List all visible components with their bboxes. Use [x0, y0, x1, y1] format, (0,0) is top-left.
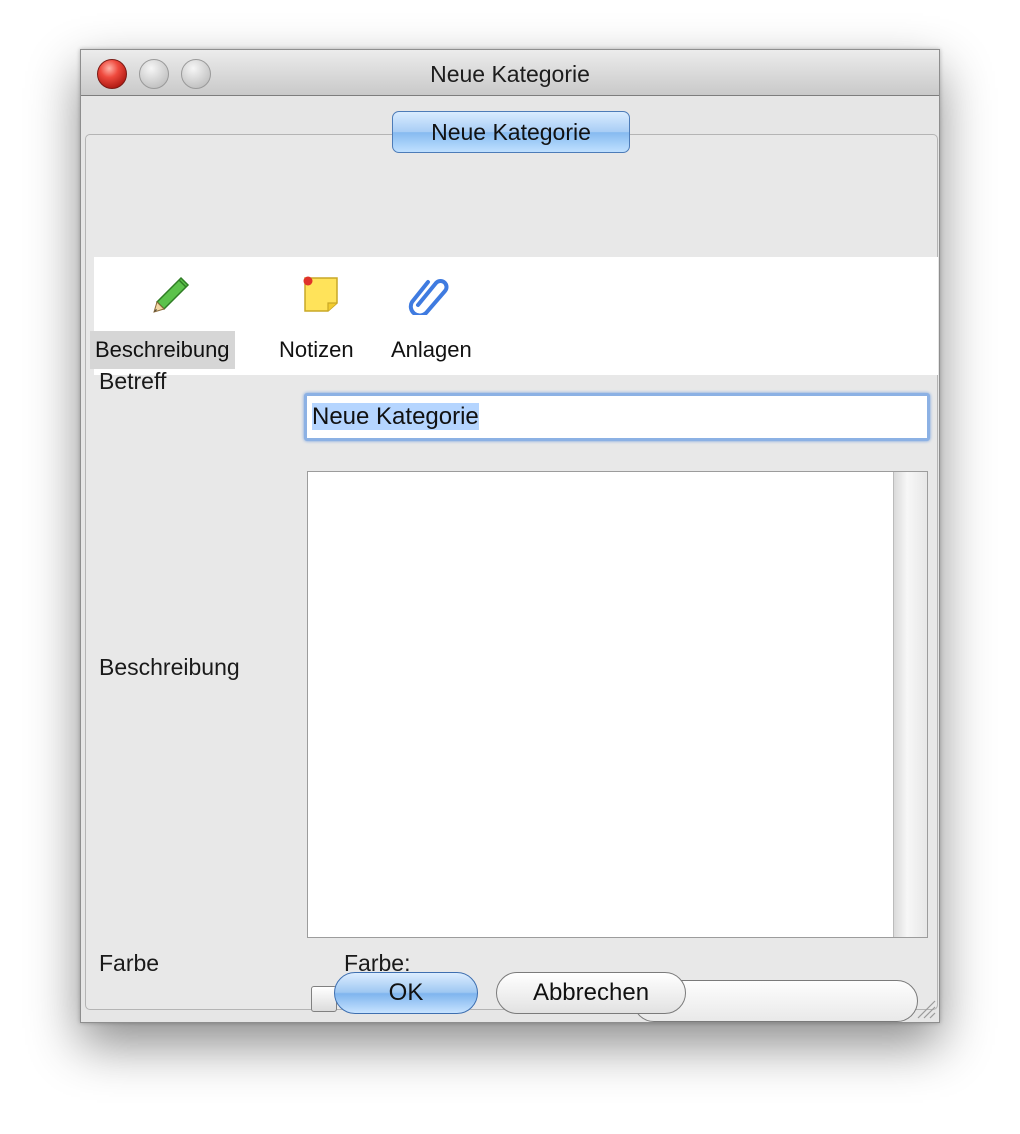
toolbar-label-beschreibung: Beschreibung — [90, 331, 235, 369]
dialog-window: Neue Kategorie Beschreibung Notizen Anla… — [80, 49, 940, 1023]
cancel-button[interactable]: Abbrechen — [496, 972, 686, 1014]
subject-label: Betreff — [99, 368, 167, 394]
toolbar-item-anlagen[interactable]: Anlagen — [386, 257, 494, 375]
pencil-icon — [153, 276, 190, 313]
color-checkbox[interactable] — [311, 986, 337, 1012]
toolbar-item-beschreibung[interactable]: Beschreibung — [90, 257, 260, 375]
tab-panel: Beschreibung Notizen Anlagen Betreff Neu… — [85, 134, 938, 1022]
ok-button[interactable]: OK — [334, 972, 478, 1014]
toolbar-item-notizen[interactable]: Notizen — [274, 257, 374, 375]
toolbar-label-notizen: Notizen — [279, 337, 354, 362]
description-scrollbar[interactable] — [893, 472, 927, 937]
section-toolbar: Beschreibung Notizen Anlagen — [90, 257, 938, 375]
title-bar[interactable]: Neue Kategorie — [81, 50, 939, 96]
toolbar-label-anlagen: Anlagen — [391, 337, 472, 362]
window-title: Neue Kategorie — [430, 61, 590, 87]
description-label: Beschreibung — [99, 654, 240, 680]
tab-neue-kategorie[interactable]: Neue Kategorie — [392, 111, 630, 153]
sticky-note-icon — [303, 276, 338, 312]
color-label: Farbe — [99, 950, 160, 976]
subject-input[interactable]: Neue Kategorie — [304, 393, 930, 441]
resize-grip-icon[interactable] — [914, 997, 936, 1019]
paperclip-icon — [408, 279, 449, 315]
subject-value: Neue Kategorie — [312, 403, 479, 430]
description-textarea[interactable] — [307, 471, 928, 938]
